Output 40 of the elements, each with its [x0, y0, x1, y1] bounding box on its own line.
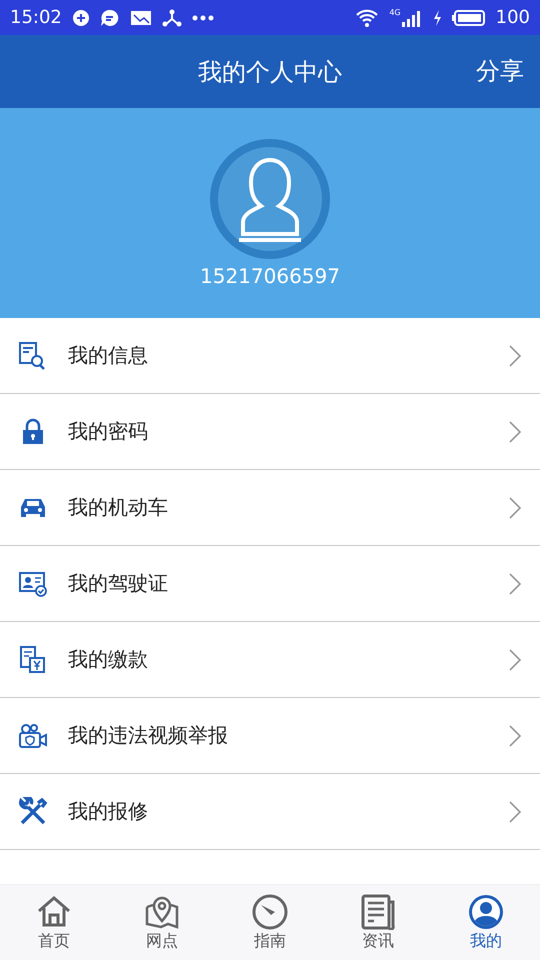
charging-icon: [432, 8, 442, 26]
phone-number: 15217066597: [200, 264, 340, 288]
battery-percent: 100: [496, 7, 530, 28]
menu-item[interactable]: 我的机动车: [0, 470, 540, 546]
battery-icon: [452, 8, 486, 26]
page-title: 我的个人中心: [198, 56, 342, 88]
tab-item[interactable]: 指南: [216, 885, 324, 960]
chevron-right-icon: [508, 344, 522, 368]
chevron-right-icon: [508, 648, 522, 672]
menu-item[interactable]: 我的报修: [0, 774, 540, 850]
compass-icon: [251, 894, 289, 930]
signal-icon: [402, 8, 422, 26]
wifi-icon: [355, 8, 380, 28]
chevron-right-icon: [508, 420, 522, 444]
image-icon: [130, 8, 152, 26]
tab-item[interactable]: 资讯: [324, 885, 432, 960]
more-icon: [192, 14, 214, 20]
share-nodes-icon: [162, 8, 182, 26]
tab-item[interactable]: 网点: [108, 885, 216, 960]
menu-item[interactable]: 我的密码: [0, 394, 540, 470]
chat-icon: [100, 8, 120, 26]
tab-item[interactable]: 我的: [432, 885, 540, 960]
chevron-right-icon: [508, 572, 522, 596]
tools-icon: [18, 796, 48, 826]
newspaper-icon: [359, 894, 397, 930]
chevron-right-icon: [508, 724, 522, 748]
network-type: 4G: [389, 8, 401, 16]
menu-item[interactable]: 我的缴款: [0, 622, 540, 698]
tab-item[interactable]: 首页: [0, 885, 108, 960]
chevron-right-icon: [508, 800, 522, 824]
menu-item[interactable]: 我的驾驶证: [0, 546, 540, 622]
clock-time: 15:02: [10, 7, 62, 28]
user-icon: [467, 894, 505, 930]
share-button[interactable]: 分享: [476, 55, 524, 87]
chevron-right-icon: [508, 496, 522, 520]
menu-item[interactable]: 我的违法视频举报: [0, 698, 540, 774]
menu-item[interactable]: 我的信息: [0, 318, 540, 394]
home-icon: [35, 894, 73, 930]
avatar-icon[interactable]: [209, 138, 331, 260]
bill-payment-icon: [18, 644, 48, 674]
